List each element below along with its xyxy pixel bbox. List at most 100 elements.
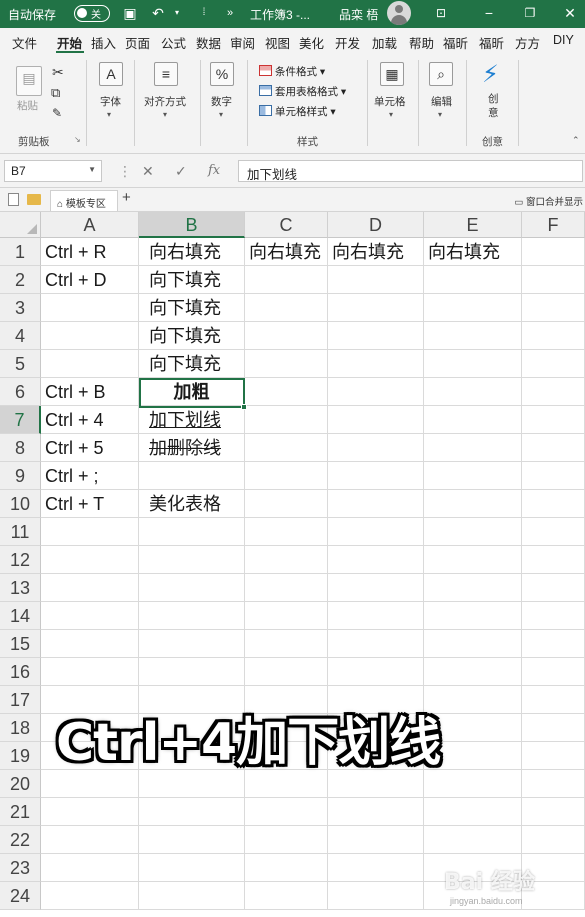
row-header[interactable]: 9	[0, 462, 41, 490]
align-icon[interactable]: ≡	[154, 62, 178, 86]
cell-f5[interactable]	[522, 350, 585, 378]
tab-diy[interactable]: DIY	[553, 33, 574, 47]
formula-options-icon[interactable]: ⋮	[118, 163, 132, 180]
cell-b2[interactable]: 向下填充	[139, 266, 245, 294]
align-label[interactable]: 对齐方式	[144, 94, 186, 109]
cell-e13[interactable]	[424, 574, 522, 602]
cell-c21[interactable]	[245, 798, 328, 826]
cell-c11[interactable]	[245, 518, 328, 546]
select-all-corner[interactable]	[0, 212, 41, 238]
cell-e5[interactable]	[424, 350, 522, 378]
undo-dropdown-icon[interactable]: ▾	[168, 4, 186, 22]
cell-f8[interactable]	[522, 434, 585, 462]
cell-d13[interactable]	[328, 574, 424, 602]
row-header[interactable]: 7	[0, 406, 41, 434]
cell-b21[interactable]	[139, 798, 245, 826]
cell-c2[interactable]	[245, 266, 328, 294]
cells-icon[interactable]: ▦	[380, 62, 404, 86]
cell-d11[interactable]	[328, 518, 424, 546]
cell-f19[interactable]	[522, 742, 585, 770]
cell-e9[interactable]	[424, 462, 522, 490]
row-header[interactable]: 4	[0, 322, 41, 350]
format-painter-icon[interactable]: ✎	[52, 106, 62, 120]
cell-a2[interactable]: Ctrl + D	[41, 266, 139, 294]
row-header[interactable]: 11	[0, 518, 41, 546]
name-box[interactable]: B7 ▼	[4, 160, 102, 182]
cell-e1[interactable]: 向右填充	[424, 238, 522, 266]
align-dropdown-icon[interactable]: ▾	[163, 110, 167, 119]
cell-d15[interactable]	[328, 630, 424, 658]
cell-a10[interactable]: Ctrl + T	[41, 490, 139, 518]
cell-b9[interactable]	[139, 462, 245, 490]
cell-a12[interactable]	[41, 546, 139, 574]
cell-c24[interactable]	[245, 882, 328, 910]
restore-icon[interactable]: ❐	[521, 4, 539, 22]
ribbon-display-icon[interactable]: ⊡	[432, 4, 450, 22]
cell-d7[interactable]	[328, 406, 424, 434]
cell-c12[interactable]	[245, 546, 328, 574]
cell-d23[interactable]	[328, 854, 424, 882]
cell-b11[interactable]	[139, 518, 245, 546]
font-dropdown-icon[interactable]: ▾	[107, 110, 111, 119]
spreadsheet-grid[interactable]: ABCDEF 1 Ctrl + R 向右填充 向右填充 向右填充 向右填充 2 Ctrl + …	[0, 212, 585, 917]
cell-b1[interactable]: 向右填充	[139, 238, 245, 266]
save-icon[interactable]: ▣	[121, 4, 139, 22]
tab-fangfang[interactable]: 方方	[515, 33, 540, 52]
cell-d1[interactable]: 向右填充	[328, 238, 424, 266]
cell-b13[interactable]	[139, 574, 245, 602]
cell-f20[interactable]	[522, 770, 585, 798]
row-header[interactable]: 23	[0, 854, 41, 882]
cell-a13[interactable]	[41, 574, 139, 602]
cell-a7[interactable]: Ctrl + 4	[41, 406, 139, 434]
column-header-b[interactable]: B	[139, 212, 245, 238]
cell-f9[interactable]	[522, 462, 585, 490]
cell-c15[interactable]	[245, 630, 328, 658]
row-header[interactable]: 14	[0, 602, 41, 630]
undo-icon[interactable]: ↶	[149, 4, 167, 22]
cell-c9[interactable]	[245, 462, 328, 490]
tab-formulas[interactable]: 公式	[161, 33, 186, 52]
cancel-icon[interactable]: ✕	[142, 163, 154, 180]
column-header-a[interactable]: A	[41, 212, 139, 238]
tab-insert[interactable]: 插入	[91, 33, 116, 52]
cell-b7[interactable]: 加下划线	[139, 406, 245, 434]
cell-b24[interactable]	[139, 882, 245, 910]
cells-label[interactable]: 单元格	[374, 94, 406, 109]
autosave-toggle[interactable]: 关	[74, 5, 110, 22]
cut-icon[interactable]: ✂	[52, 64, 64, 81]
more-icon[interactable]: ⁞	[195, 4, 213, 22]
forward-icon[interactable]: »	[221, 4, 239, 22]
cell-f16[interactable]	[522, 658, 585, 686]
clipboard-launcher-icon[interactable]: ↘	[74, 135, 81, 144]
cell-a16[interactable]	[41, 658, 139, 686]
cell-e6[interactable]	[424, 378, 522, 406]
cells-dropdown-icon[interactable]: ▾	[389, 110, 393, 119]
cell-d2[interactable]	[328, 266, 424, 294]
cell-a5[interactable]	[41, 350, 139, 378]
cell-a24[interactable]	[41, 882, 139, 910]
enter-icon[interactable]: ✓	[175, 163, 187, 180]
cell-a8[interactable]: Ctrl + 5	[41, 434, 139, 462]
cell-b15[interactable]	[139, 630, 245, 658]
cell-b14[interactable]	[139, 602, 245, 630]
cell-f3[interactable]	[522, 294, 585, 322]
row-header[interactable]: 5	[0, 350, 41, 378]
tab-developer[interactable]: 开发	[335, 33, 360, 52]
row-header[interactable]: 18	[0, 714, 41, 742]
column-header-c[interactable]: C	[245, 212, 328, 238]
cell-e8[interactable]	[424, 434, 522, 462]
template-tab[interactable]: ⌂ 模板专区	[50, 190, 118, 211]
row-header[interactable]: 21	[0, 798, 41, 826]
cell-a23[interactable]	[41, 854, 139, 882]
cell-d14[interactable]	[328, 602, 424, 630]
cell-e22[interactable]	[424, 826, 522, 854]
cell-a9[interactable]: Ctrl + ;	[41, 462, 139, 490]
row-header[interactable]: 6	[0, 378, 41, 406]
cell-b23[interactable]	[139, 854, 245, 882]
lightning-icon[interactable]: ⚡	[482, 60, 499, 89]
cell-d12[interactable]	[328, 546, 424, 574]
cell-e12[interactable]	[424, 546, 522, 574]
cell-e2[interactable]	[424, 266, 522, 294]
cell-c23[interactable]	[245, 854, 328, 882]
cell-d10[interactable]	[328, 490, 424, 518]
